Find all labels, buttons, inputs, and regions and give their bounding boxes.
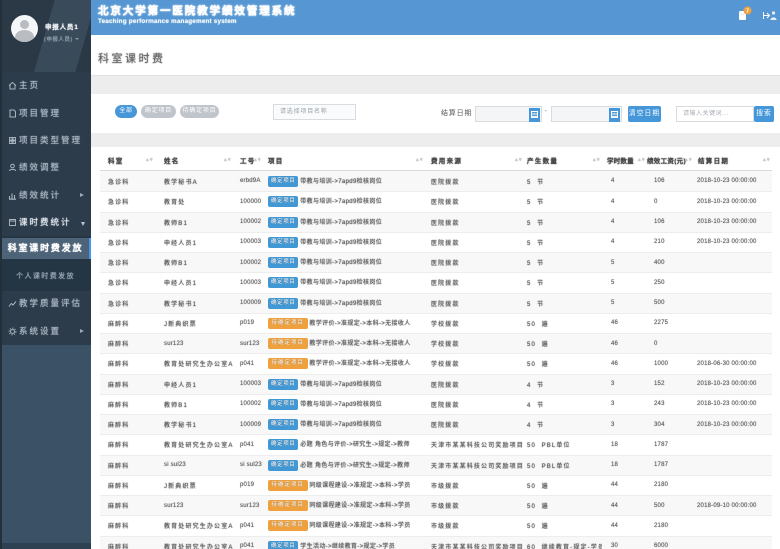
svg-text:7: 7 bbox=[746, 9, 749, 15]
